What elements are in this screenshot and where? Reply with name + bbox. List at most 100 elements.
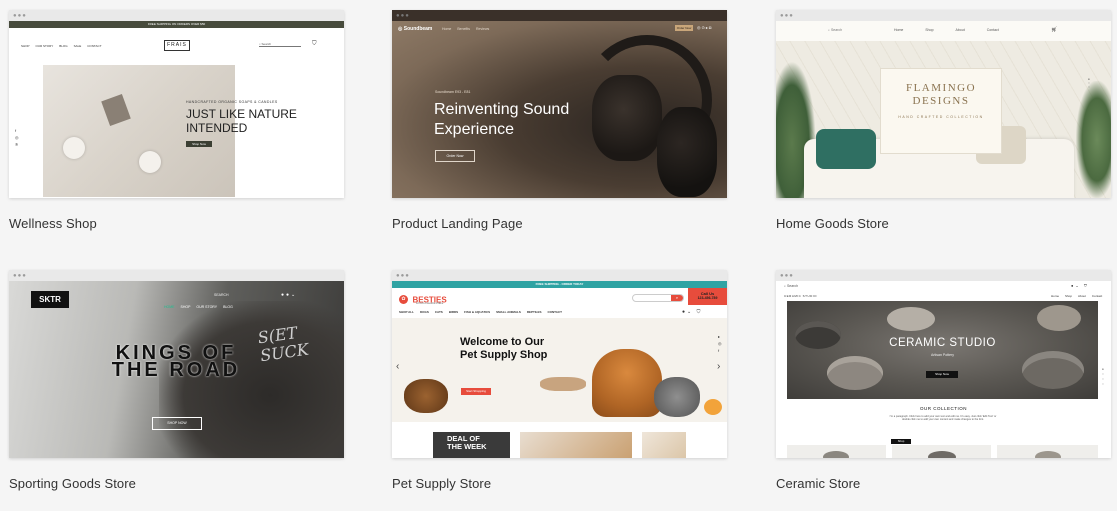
window-dots-icon: ●●● <box>780 13 794 19</box>
site-search: ⌕ Search <box>784 284 799 288</box>
site-screenshot: ⌕ Search ●⌄ ⛉ CERAMIC STUDIO Home Shop Abo… <box>776 281 1111 458</box>
site-logo: ◎ Soundbeam <box>398 26 433 32</box>
template-title[interactable]: Sporting Goods Store <box>9 476 136 491</box>
bowl <box>1037 305 1081 331</box>
search-icon: ⌕ <box>259 42 261 46</box>
browser-chrome: ●●● <box>776 10 1111 21</box>
hero-cta-button: Shop Now <box>186 141 212 147</box>
brand-tagline: HAND CRAFTED COLLECTION <box>898 115 984 119</box>
template-preview[interactable]: ●●● ⌕ Search ●⌄ ⛉ CERAMIC STUDIO Home Sho… <box>776 270 1111 458</box>
hero-title: Welcome to Our Pet Supply Shop <box>460 336 548 361</box>
search-icon: ⌕ <box>828 28 830 32</box>
site-screenshot: S(ET SUCK SKTR SEARCH ●●⌄ HOME SHOP OUR STO… <box>9 281 344 458</box>
browser-chrome: ●●● <box>776 270 1111 281</box>
ear-cup <box>592 75 662 161</box>
plant-right <box>1076 81 1111 198</box>
call-number: 123-456-789 <box>697 296 718 300</box>
hero-image <box>787 301 1098 399</box>
window-dots-icon: ●●● <box>396 273 410 279</box>
bowl <box>827 356 883 390</box>
template-title[interactable]: Product Landing Page <box>392 216 523 231</box>
site-logo: ✿ BESTIES <box>399 291 447 309</box>
browser-chrome: ●●● <box>9 10 344 21</box>
deal-tile: DEAL OF THE WEEK <box>433 432 510 458</box>
browser-chrome: ●●● <box>392 10 727 21</box>
site-search: SEARCH <box>214 293 229 297</box>
jacket-graffiti: S(ET SUCK <box>256 323 310 366</box>
template-title[interactable]: Home Goods Store <box>776 216 889 231</box>
bowl <box>887 307 935 331</box>
site-nav: SHOP ALL DOGS CATS BIRDS FISH & AQUATICS SMAL… <box>399 310 562 314</box>
hero-puppy <box>404 379 448 413</box>
site-nav: HOME SHOP OUR STORY BLOG <box>164 305 233 309</box>
window-dots-icon: ●●● <box>13 13 27 19</box>
product-tile <box>787 445 886 458</box>
template-preview[interactable]: ●●● ◎ Soundbeam Home Benefits Reviews Orde… <box>392 10 727 198</box>
hero-title: CERAMIC STUDIO <box>889 337 996 349</box>
template-title[interactable]: Wellness Shop <box>9 216 97 231</box>
hero-kicker: HANDCRAFTED ORGANIC SOAPS & CANDLES <box>186 100 278 104</box>
hero-cat <box>654 377 700 417</box>
site-nav: Home Shop About Contact <box>894 28 999 32</box>
template-preview[interactable]: ●●● FREE SHIPPING - ORDER TODAY ✿ BESTIE… <box>392 270 727 458</box>
bowl <box>1035 451 1061 458</box>
product-tile <box>892 445 991 458</box>
promo-banner: FREE SHIPPING ON ORDERS OVER $50 <box>9 21 344 28</box>
social-icons: ◎⊙▸◘ <box>697 25 713 30</box>
template-preview[interactable]: ●●● FREE SHIPPING ON ORDERS OVER $50 SHO… <box>9 10 344 198</box>
paw-icon: ✿ <box>399 295 408 305</box>
window-dots-icon: ●●● <box>780 273 794 279</box>
logo-subtitle: A Pet's Favorite Place <box>416 301 444 305</box>
site-screenshot: ⌕ Search Home Shop About Contact 🛒︎ FLAMING… <box>776 21 1111 198</box>
product-tile <box>520 432 632 458</box>
hero-model: Soundbeam E93 - E81 <box>435 90 471 94</box>
throw-blanket <box>816 129 876 169</box>
site-nav: Home Benefits Reviews <box>442 27 490 31</box>
bowl <box>823 451 849 458</box>
call-box: Call Us 123-456-789 <box>688 288 727 305</box>
site-screenshot: ◎ Soundbeam Home Benefits Reviews Order No… <box>392 21 727 198</box>
product-tile <box>642 432 686 458</box>
cart-icon: 🛒︎ <box>1051 27 1058 33</box>
hero-title: KINGS OF THE ROAD <box>111 342 241 381</box>
hero-cta-button: SHOP NOW <box>152 417 202 430</box>
brand-name: FLAMINGO DESIGNS <box>905 82 977 107</box>
hero-bunnies <box>540 377 586 391</box>
collection-text: I'm a paragraph. Click here to add your … <box>889 415 997 422</box>
hero-dog <box>592 349 662 417</box>
site-nav: SHOP OUR STORY BLOG SALE CONTACT <box>21 44 102 48</box>
carousel-prev-icon: ‹ <box>396 361 400 372</box>
soap-product <box>101 94 131 126</box>
site-screenshot: FREE SHIPPING - ORDER TODAY ✿ BESTIES A … <box>392 281 727 458</box>
promo-banner: FREE SHIPPING - ORDER TODAY <box>392 281 727 288</box>
collection-title: OUR COLLECTION <box>919 406 967 411</box>
template-preview[interactable]: ●●● ⌕ Search Home Shop About Contact 🛒︎ FLA… <box>776 10 1111 198</box>
product-tile <box>997 445 1098 458</box>
collection-cta-button: Shop <box>891 439 911 444</box>
site-logo: FRAIS <box>164 40 190 51</box>
browser-chrome: ●●● <box>9 270 344 281</box>
search-icon: ⌕ <box>784 284 786 288</box>
window-dots-icon: ●●● <box>13 273 27 279</box>
candle-product <box>63 137 85 159</box>
brand-box: FLAMINGO DESIGNS HAND CRAFTED COLLECTION <box>880 68 1002 154</box>
order-button: Order Now <box>675 25 693 31</box>
deal-title: DEAL OF THE WEEK <box>447 434 487 451</box>
hero-cta-button: Shop Now <box>926 371 958 378</box>
hero-subtitle: Artisan Pottery <box>931 353 954 357</box>
window-dots-icon: ●●● <box>396 13 410 19</box>
hero-title: Reinventing Sound Experience <box>434 101 570 138</box>
template-preview[interactable]: ●●● S(ET SUCK SKTR SEARCH ●●⌄ HOME SHOP OUR… <box>9 270 344 458</box>
side-dots: ● ○ ○ <box>1088 77 1090 89</box>
bowl <box>928 451 956 458</box>
site-search: ⌕ Search <box>259 42 301 47</box>
site-nav: Home Shop About Contact <box>1051 294 1103 298</box>
site-screenshot: FREE SHIPPING ON ORDERS OVER $50 SHOP OUR… <box>9 21 344 198</box>
template-title[interactable]: Ceramic Store <box>776 476 860 491</box>
header-icons: ●⌄ ⛉ <box>1071 283 1089 288</box>
site-search: ⌕ Search <box>828 28 843 32</box>
search-icon: ⌕ <box>671 295 683 301</box>
site-logo: CERAMIC STUDIO <box>784 294 818 298</box>
ear-cup <box>657 107 717 197</box>
template-title[interactable]: Pet Supply Store <box>392 476 491 491</box>
